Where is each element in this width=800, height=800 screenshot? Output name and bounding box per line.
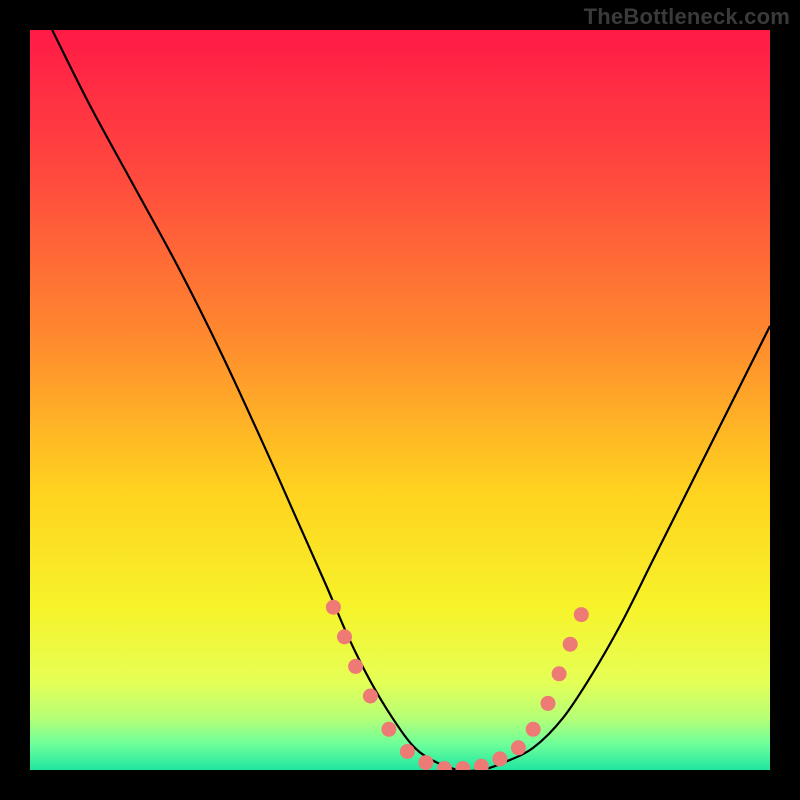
highlight-dot <box>400 744 415 759</box>
highlight-dot <box>526 722 541 737</box>
chart-stage: TheBottleneck.com <box>0 0 800 800</box>
highlight-dot <box>552 666 567 681</box>
highlight-dot <box>574 607 589 622</box>
highlight-dot <box>511 740 526 755</box>
watermark-text: TheBottleneck.com <box>584 4 790 30</box>
highlight-dot <box>381 722 396 737</box>
highlight-dot <box>326 600 341 615</box>
highlight-dot <box>541 696 556 711</box>
chart-svg <box>30 30 770 770</box>
highlight-dot <box>563 637 578 652</box>
highlight-dot <box>363 689 378 704</box>
highlight-dot <box>492 751 507 766</box>
gradient-background <box>30 30 770 770</box>
highlight-dot <box>348 659 363 674</box>
highlight-dot <box>337 629 352 644</box>
plot-area <box>30 30 770 770</box>
highlight-dot <box>418 755 433 770</box>
